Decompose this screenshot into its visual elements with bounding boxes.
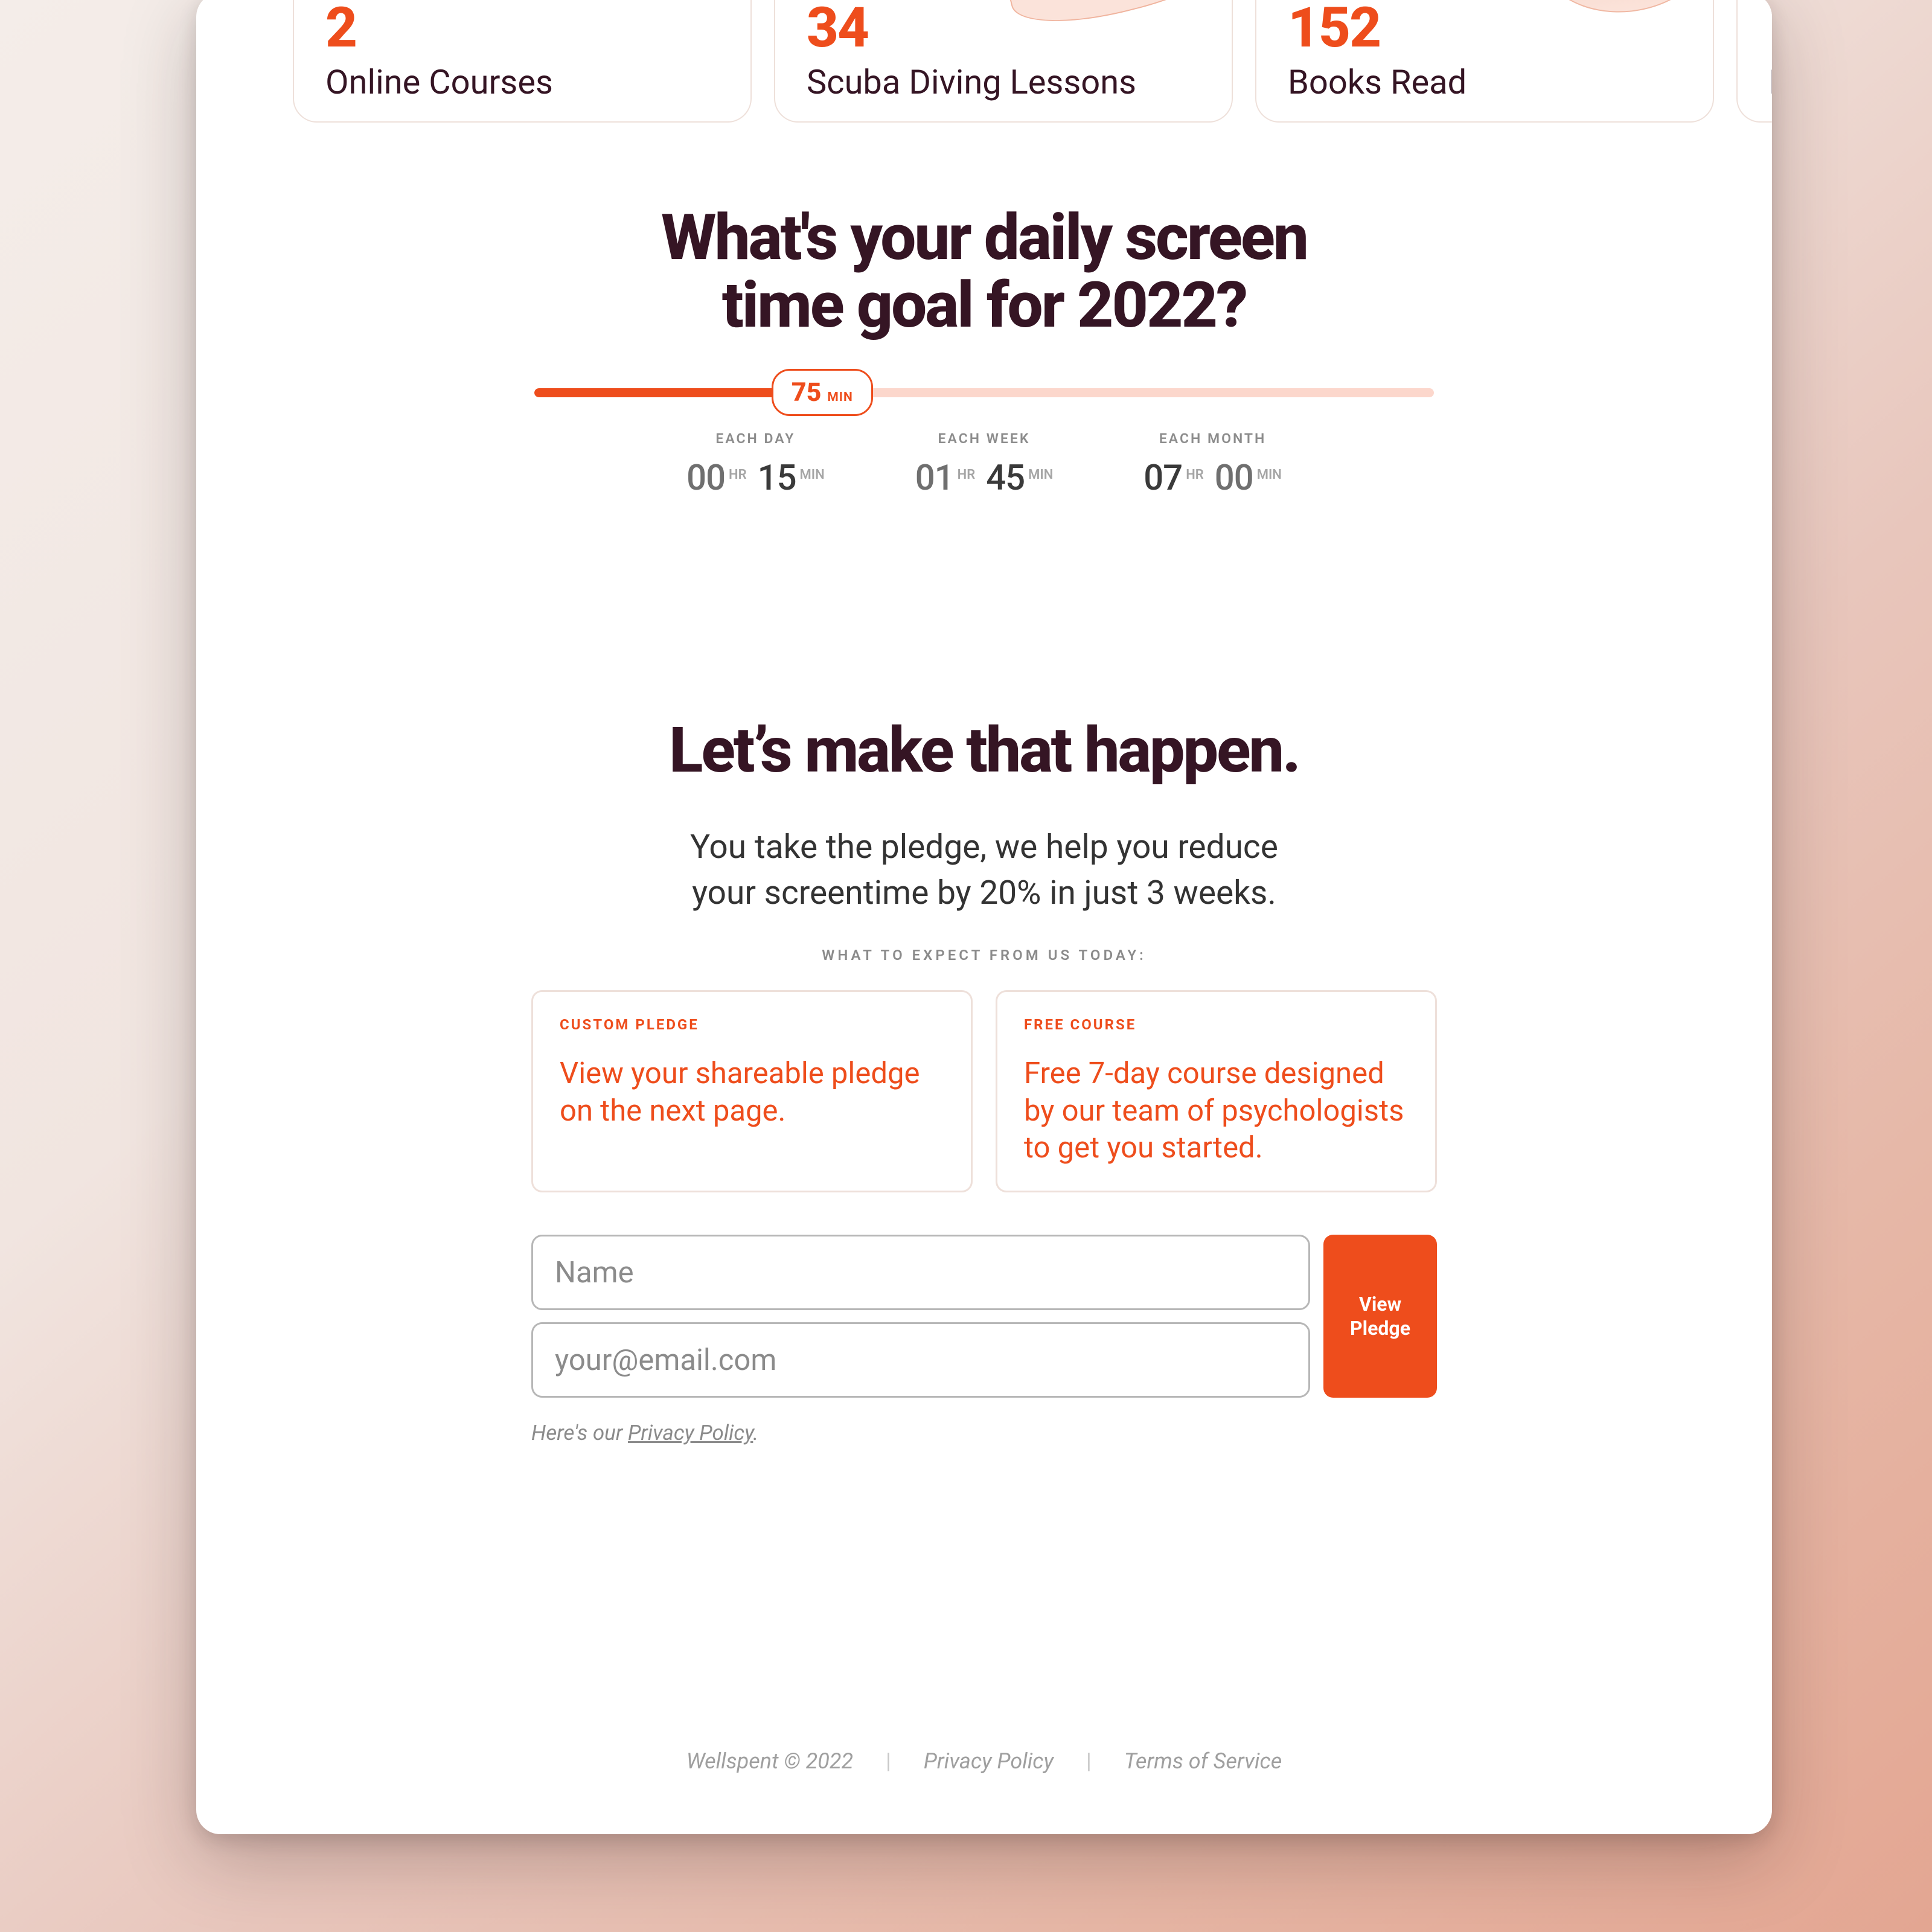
stat-label: Scuba Diving Lessons — [807, 62, 1200, 102]
footer: Wellspent © 2022 | Privacy Policy | Term… — [196, 1748, 1772, 1774]
day-hours: 00 — [686, 458, 725, 499]
slider-unit: MIN — [827, 390, 852, 405]
pledge-section: Let’s make that happen. You take the ple… — [531, 714, 1437, 1445]
pledge-lede: You take the pledge, we help you reduce … — [652, 825, 1316, 916]
card-eyebrow: FREE COURSE — [1024, 1016, 1409, 1033]
footer-copyright: Wellspent © 2022 — [686, 1748, 853, 1774]
breakdown-label: EACH MONTH — [1144, 430, 1282, 447]
breakdown-label: EACH DAY — [686, 430, 825, 447]
unit-hr: HR — [729, 467, 747, 482]
pledge-expect-label: WHAT TO EXPECT FROM US TODAY: — [531, 947, 1437, 964]
view-pledge-button[interactable]: View Pledge — [1323, 1235, 1437, 1398]
stat-label: M — [1769, 62, 1772, 102]
card-eyebrow: CUSTOM PLEDGE — [560, 1016, 944, 1033]
stat-number: 1 — [1769, 1, 1772, 56]
week-hours: 01 — [915, 458, 954, 499]
card-custom-pledge[interactable]: CUSTOM PLEDGE View your shareable pledge… — [531, 990, 973, 1192]
goal-slider[interactable]: 75 MIN — [534, 388, 1434, 397]
day-minutes: 15 — [758, 458, 796, 499]
name-field[interactable] — [531, 1235, 1310, 1310]
breakdown-month: EACH MONTH 07 HR 00 MIN — [1144, 430, 1282, 499]
footer-tos-link[interactable]: Terms of Service — [1124, 1748, 1282, 1774]
stat-number: 2 — [325, 1, 719, 56]
stat-label: Books Read — [1288, 62, 1681, 102]
privacy-note: Here's our Privacy Policy. — [531, 1421, 1437, 1445]
goal-breakdown: EACH DAY 00HR 15MIN EACH WEEK 01HR 45MIN… — [196, 430, 1772, 499]
goal-heading: What's your daily screen time goal for 2… — [661, 204, 1307, 340]
pledge-lede-line1: You take the pledge, we help you reduce — [690, 828, 1278, 866]
unit-hr: HR — [1186, 467, 1204, 482]
month-minutes: 00 — [1215, 458, 1253, 499]
stats-strip: 2 Online Courses 34 Scuba Diving Lessons… — [196, 0, 1772, 123]
unit-min: MIN — [800, 467, 825, 482]
goal-heading-line1: What's your daily screen — [661, 200, 1307, 275]
footer-separator: | — [886, 1748, 891, 1774]
slider-thumb[interactable]: 75 MIN — [772, 369, 873, 416]
stat-card-scuba[interactable]: 34 Scuba Diving Lessons — [774, 0, 1233, 123]
footer-separator: | — [1086, 1748, 1092, 1774]
card-body: View your shareable pledge on the next p… — [560, 1055, 944, 1129]
pledge-form: View Pledge — [531, 1235, 1437, 1398]
unit-min: MIN — [1257, 467, 1282, 482]
card-body: Free 7-day course designed by our team o… — [1024, 1055, 1409, 1166]
footer-privacy-link[interactable]: Privacy Policy — [924, 1748, 1054, 1774]
breakdown-label: EACH WEEK — [915, 430, 1054, 447]
goal-section: What's your daily screen time goal for 2… — [196, 204, 1772, 499]
stat-number: 34 — [807, 1, 1200, 56]
unit-min: MIN — [1028, 467, 1053, 482]
pledge-heading: Let’s make that happen. — [531, 714, 1437, 787]
month-hours: 07 — [1144, 458, 1182, 499]
week-minutes: 45 — [986, 458, 1025, 499]
pledge-lede-line2: your screentime by 20% in just 3 weeks. — [692, 874, 1276, 912]
stat-card-next[interactable]: 1 M — [1736, 0, 1772, 123]
stat-card-books[interactable]: 152 Books Read — [1255, 0, 1714, 123]
unit-hr: HR — [958, 467, 976, 482]
privacy-suffix: . — [753, 1421, 758, 1445]
card-free-course[interactable]: FREE COURSE Free 7-day course designed b… — [996, 990, 1437, 1192]
goal-heading-line2: time goal for 2022? — [722, 268, 1246, 342]
stat-label: Online Courses — [325, 62, 719, 102]
breakdown-day: EACH DAY 00 HR 15 MIN — [686, 430, 825, 499]
app-panel: 2 Online Courses 34 Scuba Diving Lessons… — [196, 0, 1772, 1834]
breakdown-week: EACH WEEK 01 HR 45MIN — [915, 430, 1054, 499]
slider-value: 75 — [792, 377, 822, 408]
privacy-policy-link[interactable]: Privacy Policy — [628, 1421, 753, 1445]
stat-card-online-courses[interactable]: 2 Online Courses — [293, 0, 752, 123]
slider-track[interactable] — [534, 388, 1434, 397]
privacy-prefix: Here's our — [531, 1421, 628, 1445]
email-field[interactable] — [531, 1322, 1310, 1398]
